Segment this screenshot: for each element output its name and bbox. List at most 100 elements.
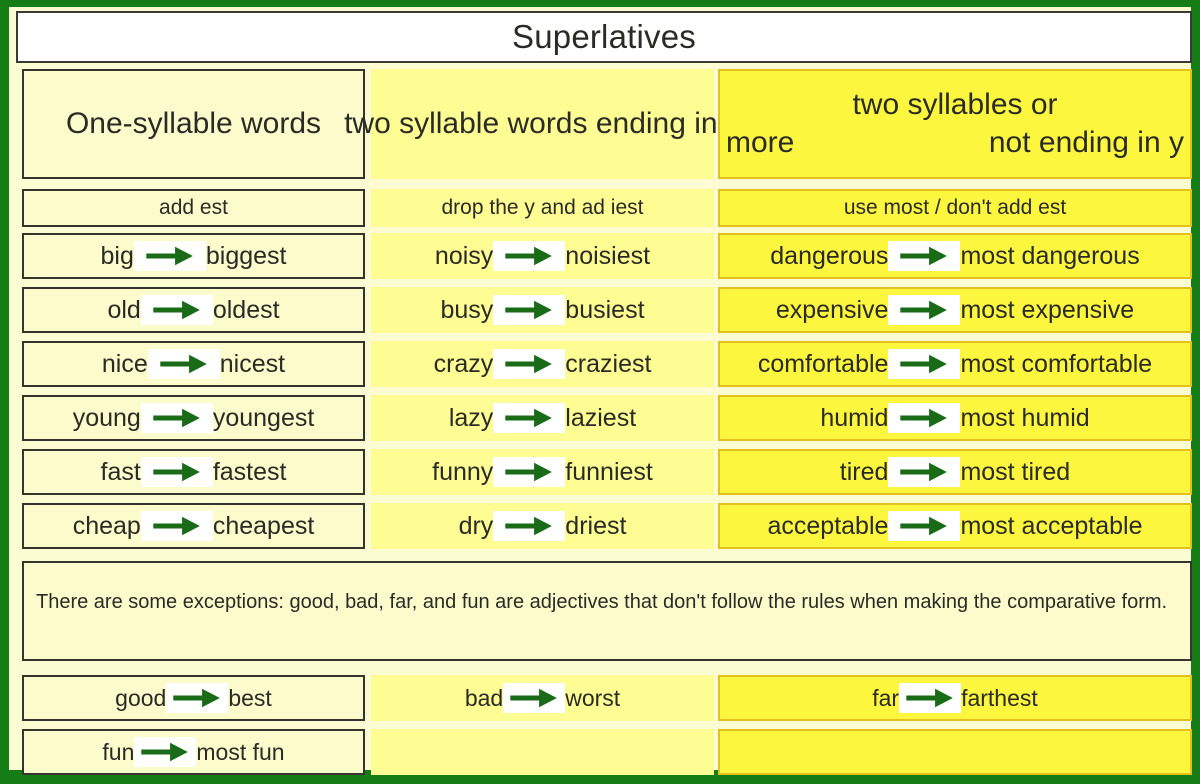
column-header-line-2-right: not ending in y bbox=[988, 125, 1184, 159]
arrow-right-icon bbox=[888, 241, 961, 271]
superlative-form: most acceptable bbox=[960, 511, 1143, 540]
rule-cell-column-2: drop the y and ad iest bbox=[371, 189, 714, 227]
word-pair-cell-column-1: old oldest bbox=[22, 287, 365, 333]
base-adjective: funny bbox=[432, 457, 494, 486]
superlatives-poster: Superlatives One-syllable words two syll… bbox=[0, 0, 1200, 784]
base-adjective: lazy bbox=[448, 403, 494, 432]
arrow-right-icon bbox=[134, 737, 197, 767]
superlative-form: busiest bbox=[565, 295, 645, 324]
base-adjective: bad bbox=[464, 684, 504, 711]
arrow-right-icon bbox=[493, 457, 566, 487]
exception-cell-column-3 bbox=[718, 729, 1192, 775]
base-adjective: fun bbox=[102, 738, 135, 765]
rule-label-column-1: add est bbox=[159, 196, 228, 219]
word-pair: dry driest bbox=[371, 511, 714, 541]
base-adjective: good bbox=[115, 684, 167, 711]
word-pair-cell-column-2: crazy craziest bbox=[371, 341, 714, 387]
exception-cell-column-2: bad worst bbox=[371, 675, 714, 721]
base-adjective: tired bbox=[839, 457, 889, 486]
word-pair-cell-column-2: dry driest bbox=[371, 503, 714, 549]
word-pair: lazy laziest bbox=[371, 403, 714, 433]
superlative-form: oldest bbox=[212, 295, 280, 324]
word-pair: fast fastest bbox=[24, 457, 363, 487]
arrow-right-icon bbox=[140, 511, 213, 541]
arrow-right-icon bbox=[493, 511, 566, 541]
word-pair: crazy craziest bbox=[371, 349, 714, 379]
base-adjective: busy bbox=[440, 295, 494, 324]
superlative-form: noisiest bbox=[565, 241, 651, 270]
superlative-form: most tired bbox=[960, 457, 1071, 486]
word-pair: far farthest bbox=[720, 683, 1190, 713]
word-pair: cheap cheapest bbox=[24, 511, 363, 541]
base-adjective: nice bbox=[101, 349, 148, 378]
word-pair: noisy noisiest bbox=[371, 241, 714, 271]
arrow-right-icon bbox=[133, 241, 206, 271]
word-pair: funny funniest bbox=[371, 457, 714, 487]
column-header-two-syllable-y: two syllable words ending in y bbox=[344, 69, 741, 179]
word-pair-cell-column-1: young youngest bbox=[22, 395, 365, 441]
poster-inner: Superlatives One-syllable words two syll… bbox=[16, 11, 1192, 775]
superlative-form: farthest bbox=[961, 684, 1038, 711]
word-pair-cell-column-1: fast fastest bbox=[22, 449, 365, 495]
superlative-form: fastest bbox=[212, 457, 287, 486]
column-header-two-syllable-y-label: two syllable words ending in y bbox=[344, 107, 741, 141]
exception-cell-column-1: good best bbox=[22, 675, 365, 721]
rule-cell-column-3: use most / don't add est bbox=[718, 189, 1192, 227]
arrow-right-icon bbox=[888, 349, 961, 379]
arrow-right-icon bbox=[140, 403, 213, 433]
exceptions-note: There are some exceptions: good, bad, fa… bbox=[22, 561, 1192, 661]
superlative-form: youngest bbox=[212, 403, 315, 432]
column-header-line-2: more not ending in y bbox=[720, 125, 1190, 159]
superlative-form: nicest bbox=[219, 349, 286, 378]
arrow-right-icon bbox=[140, 295, 213, 325]
word-pair: young youngest bbox=[24, 403, 363, 433]
superlative-form: most humid bbox=[960, 403, 1090, 432]
base-adjective: dangerous bbox=[770, 241, 889, 270]
exception-cell-column-1: fun most fun bbox=[22, 729, 365, 775]
arrow-right-icon bbox=[888, 511, 961, 541]
word-pair: expensive most expensive bbox=[720, 295, 1190, 325]
word-pair: comfortable most comfortable bbox=[720, 349, 1190, 379]
page-title-text: Superlatives bbox=[512, 18, 696, 55]
superlative-form: craziest bbox=[565, 349, 652, 378]
base-adjective: cheap bbox=[72, 511, 141, 540]
word-pair-cell-column-3: dangerous most dangerous bbox=[718, 233, 1192, 279]
word-pair-cell-column-2: busy busiest bbox=[371, 287, 714, 333]
base-adjective: crazy bbox=[433, 349, 494, 378]
exception-cell-column-3: far farthest bbox=[718, 675, 1192, 721]
superlative-form: best bbox=[228, 684, 272, 711]
word-pair-cell-column-2: funny funniest bbox=[371, 449, 714, 495]
base-adjective: far bbox=[872, 684, 900, 711]
word-pair: humid most humid bbox=[720, 403, 1190, 433]
base-adjective: acceptable bbox=[767, 511, 889, 540]
word-pair: dangerous most dangerous bbox=[720, 241, 1190, 271]
rule-label-column-2: drop the y and ad iest bbox=[441, 196, 644, 219]
word-pair-cell-column-3: humid most humid bbox=[718, 395, 1192, 441]
base-adjective: comfortable bbox=[757, 349, 889, 378]
arrow-right-icon bbox=[503, 683, 566, 713]
word-pair-cell-column-1: big biggest bbox=[22, 233, 365, 279]
column-header-one-syllable: One-syllable words bbox=[22, 69, 365, 179]
exception-cell-column-2 bbox=[371, 729, 714, 775]
superlative-form: most expensive bbox=[960, 295, 1135, 324]
word-pair: bad worst bbox=[371, 683, 714, 713]
superlative-form: funniest bbox=[565, 457, 653, 486]
arrow-right-icon bbox=[493, 403, 566, 433]
superlative-form: most comfortable bbox=[960, 349, 1153, 378]
arrow-right-icon bbox=[493, 295, 566, 325]
base-adjective: noisy bbox=[434, 241, 494, 270]
word-pair: old oldest bbox=[24, 295, 363, 325]
word-pair: acceptable most acceptable bbox=[720, 511, 1190, 541]
base-adjective: fast bbox=[100, 457, 141, 486]
word-pair: nice nicest bbox=[24, 349, 363, 379]
word-pair-cell-column-3: acceptable most acceptable bbox=[718, 503, 1192, 549]
superlative-form: driest bbox=[565, 511, 627, 540]
page-title: Superlatives bbox=[16, 11, 1192, 63]
arrow-right-icon bbox=[888, 457, 961, 487]
word-pair-cell-column-3: expensive most expensive bbox=[718, 287, 1192, 333]
column-header-one-syllable-label: One-syllable words bbox=[65, 107, 322, 141]
arrow-right-icon bbox=[899, 683, 962, 713]
arrow-right-icon bbox=[493, 241, 566, 271]
superlative-form: worst bbox=[565, 684, 621, 711]
superlative-form: most fun bbox=[196, 738, 285, 765]
